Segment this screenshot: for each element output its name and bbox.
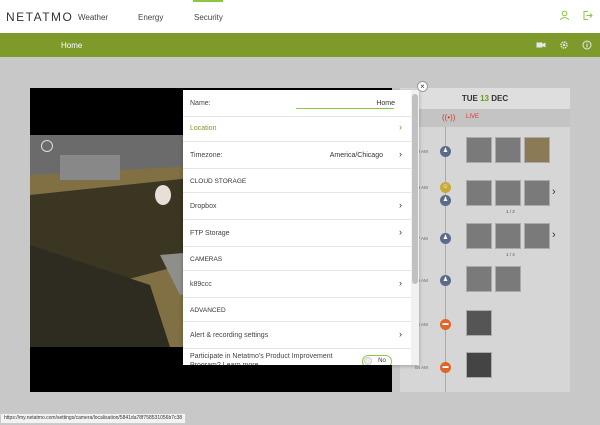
name-input-underline xyxy=(296,108,394,109)
live-label: LIVE xyxy=(466,114,480,120)
toggle-knob xyxy=(364,357,372,365)
home-title[interactable]: Home xyxy=(61,41,82,50)
netatmo-logo[interactable]: NETATMO xyxy=(6,10,73,24)
event-thumbnail[interactable] xyxy=(466,180,492,206)
vehicle-event-icon[interactable]: ▬ xyxy=(440,319,451,330)
event-timeline: TUE 13 DEC ((•)) LIVE 09 AM ♟ 08 AM ☺ ♟ … xyxy=(400,88,570,392)
chevron-right-icon: › xyxy=(399,200,402,210)
location-label: Location xyxy=(190,125,217,132)
live-broadcast-icon: ((•)) xyxy=(442,113,456,122)
chevron-right-icon: › xyxy=(399,278,402,288)
person-event-icon[interactable]: ♟ xyxy=(440,195,451,206)
timeline-date: TUE 13 DEC xyxy=(400,88,570,109)
chevron-right-icon: › xyxy=(399,149,402,159)
face-event-icon[interactable]: ☺ xyxy=(440,182,451,193)
camera-name-label: k89ccc xyxy=(190,281,212,288)
timezone-row[interactable]: Timezone: America/Chicago › xyxy=(183,142,411,169)
alert-recording-label: Alert & recording settings xyxy=(190,332,269,339)
cameras-header: CAMERAS xyxy=(183,247,411,271)
improvement-program-toggle[interactable]: No xyxy=(362,355,392,365)
event-thumbnail[interactable] xyxy=(466,137,492,163)
vehicle-event-icon[interactable]: ▬ xyxy=(440,362,451,373)
improvement-program-label: Participate in Netatmo's Product Improve… xyxy=(190,353,333,365)
name-label: Name: xyxy=(190,100,211,107)
person-event-icon[interactable]: ♟ xyxy=(440,275,451,286)
ftp-storage-row[interactable]: FTP Storage › xyxy=(183,220,411,247)
person-event-icon[interactable]: ♟ xyxy=(440,233,451,244)
live-row[interactable]: ((•)) LIVE xyxy=(400,109,570,127)
chevron-right-icon: › xyxy=(399,122,402,132)
next-arrow-icon[interactable]: › xyxy=(552,229,556,241)
event-thumbnail[interactable] xyxy=(495,137,521,163)
event-thumbnail[interactable] xyxy=(466,266,492,292)
nav-active-indicator xyxy=(193,0,223,2)
event-thumbnail[interactable] xyxy=(495,180,521,206)
top-nav: NETATMO Weather Energy Security xyxy=(0,0,600,33)
nav-weather[interactable]: Weather xyxy=(78,13,108,22)
timezone-value: America/Chicago xyxy=(329,152,383,159)
alert-recording-row[interactable]: Alert & recording settings › xyxy=(183,322,411,349)
event-thumbnail[interactable] xyxy=(524,137,550,163)
thumbnail-pager: 1 / 4 xyxy=(506,252,515,257)
next-arrow-icon[interactable]: › xyxy=(552,186,556,198)
event-thumbnail[interactable] xyxy=(524,223,550,249)
modal-scrollbar[interactable] xyxy=(411,90,419,365)
name-input[interactable]: Home xyxy=(376,100,395,107)
nav-energy[interactable]: Energy xyxy=(138,13,163,22)
cloud-storage-header: CLOUD STORAGE xyxy=(183,169,411,193)
camera-icon[interactable] xyxy=(536,40,546,50)
settings-gear-icon[interactable] xyxy=(559,40,569,50)
status-url: https://my.netatmo.com/settings/camera/l… xyxy=(0,413,187,424)
home-bar: Home xyxy=(0,33,600,57)
event-thumbnail[interactable] xyxy=(466,352,492,378)
timeline-line xyxy=(445,127,446,392)
logout-icon[interactable] xyxy=(582,10,593,21)
time-label: 04 AM xyxy=(415,365,428,370)
user-icon[interactable] xyxy=(559,10,570,21)
dropbox-label: Dropbox xyxy=(190,203,217,210)
settings-modal: Name: Home Location › Timezone: America/… xyxy=(183,90,419,365)
scrollbar-thumb[interactable] xyxy=(412,94,418,284)
rotate-icon[interactable] xyxy=(41,140,53,152)
chevron-right-icon: › xyxy=(399,329,402,339)
nav-security[interactable]: Security xyxy=(194,13,223,22)
improvement-program-row: Participate in Netatmo's Product Improve… xyxy=(183,349,411,365)
person-event-icon[interactable]: ♟ xyxy=(440,146,451,157)
ftp-storage-label: FTP Storage xyxy=(190,230,230,237)
close-modal-button[interactable]: × xyxy=(417,81,428,92)
name-row[interactable]: Name: Home xyxy=(183,90,411,117)
advanced-header: ADVANCED xyxy=(183,298,411,322)
timezone-label: Timezone: xyxy=(190,152,223,159)
event-thumbnail[interactable] xyxy=(466,223,492,249)
event-thumbnail[interactable] xyxy=(466,310,492,336)
event-thumbnail[interactable] xyxy=(524,180,550,206)
dropbox-row[interactable]: Dropbox › xyxy=(183,193,411,220)
chevron-right-icon: › xyxy=(399,227,402,237)
event-thumbnail[interactable] xyxy=(495,223,521,249)
camera-row[interactable]: k89ccc › xyxy=(183,271,411,298)
info-icon[interactable] xyxy=(582,40,592,50)
thumbnail-pager: 1 / 2 xyxy=(506,209,515,214)
location-row[interactable]: Location › xyxy=(183,115,411,142)
event-thumbnail[interactable] xyxy=(495,266,521,292)
